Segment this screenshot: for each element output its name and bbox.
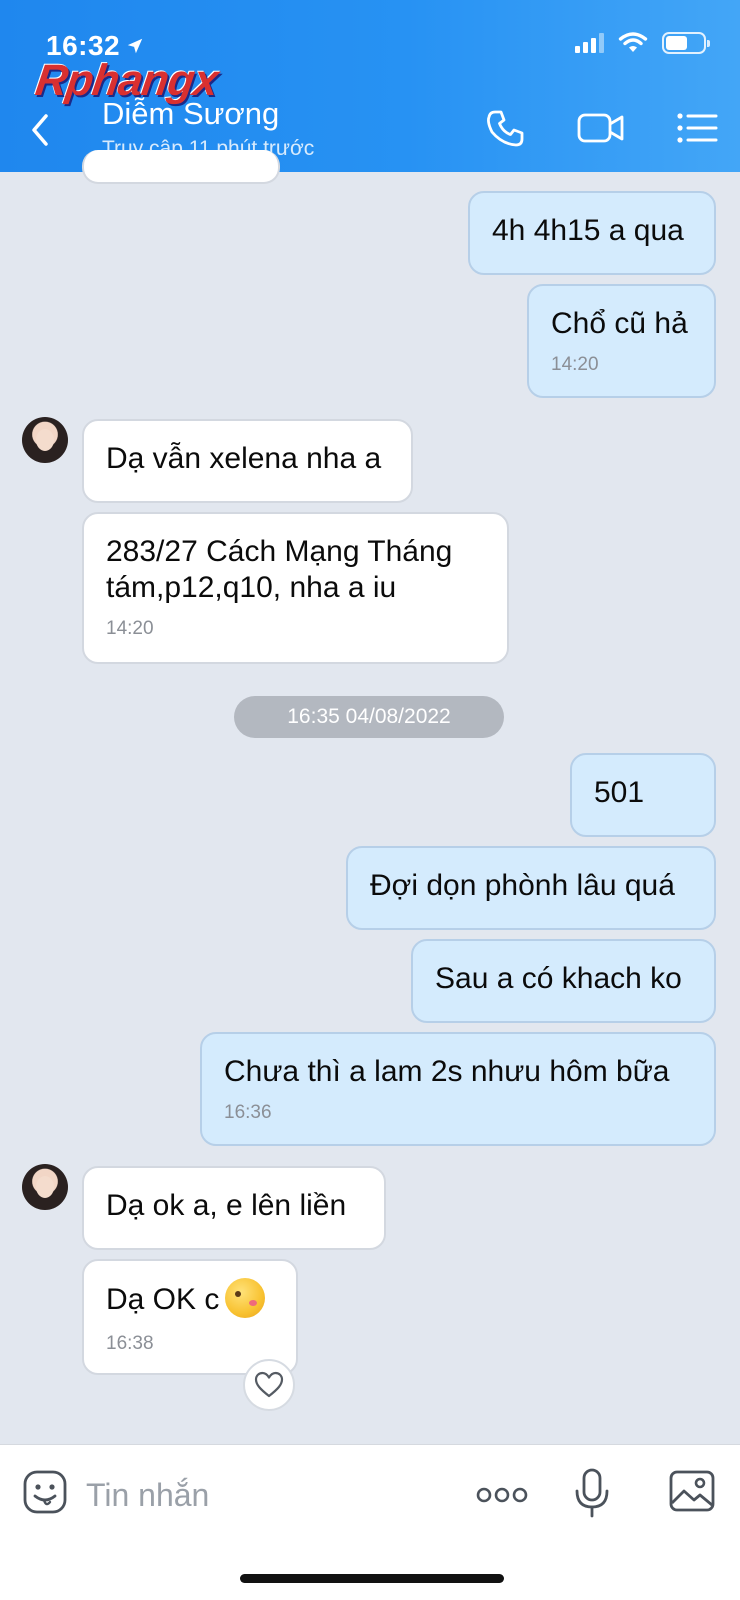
contact-avatar[interactable] xyxy=(22,1164,68,1210)
message-text: 283/27 Cách Mạng Tháng tám,p12,q10, nha … xyxy=(106,535,453,604)
message-text: 4h 4h15 a qua xyxy=(492,214,684,247)
menu-list-button[interactable] xyxy=(676,108,718,148)
message-bubble-sent[interactable]: 4h 4h15 a qua xyxy=(468,191,716,275)
message-text: Dạ ok a, e lên liền xyxy=(106,1189,347,1222)
image-picker-button[interactable] xyxy=(668,1469,716,1513)
message-time: 14:20 xyxy=(551,354,599,375)
react-heart-button[interactable] xyxy=(243,1359,295,1411)
message-time: 14:20 xyxy=(106,618,154,639)
message-bubble-received[interactable]: Dạ vẫn xelena nha a xyxy=(82,419,413,503)
message-bubble-partial[interactable] xyxy=(82,150,280,184)
home-indicator[interactable] xyxy=(240,1574,504,1583)
message-text: Sau a có khach ko xyxy=(435,962,682,995)
message-text-row: Dạ OK c xyxy=(106,1261,274,1321)
message-input[interactable] xyxy=(86,1467,446,1523)
kissing-face-emoji-icon xyxy=(225,1278,266,1318)
message-bubble-received[interactable]: Dạ OK c 16:38 xyxy=(82,1259,298,1375)
message-bubble-sent[interactable]: Chổ cũ hả 14:20 xyxy=(527,284,716,398)
message-text: Chưa thì a lam 2s nhưu hôm bữa xyxy=(224,1055,670,1088)
message-input-bar xyxy=(0,1444,740,1600)
contact-name[interactable]: Diễm Sương xyxy=(102,96,279,132)
wifi-icon xyxy=(618,32,648,52)
message-bubble-sent[interactable]: Chưa thì a lam 2s nhưu hôm bữa 16:36 xyxy=(200,1032,716,1146)
voice-call-button[interactable] xyxy=(486,108,526,148)
contact-avatar[interactable] xyxy=(22,417,68,463)
message-text: Đợi dọn phònh lâu quá xyxy=(370,869,675,902)
message-bubble-sent[interactable]: Đợi dọn phònh lâu quá xyxy=(346,846,716,930)
date-separator: 16:35 04/08/2022 xyxy=(234,696,504,738)
location-arrow-icon xyxy=(127,38,143,54)
message-bubble-sent[interactable]: 501 xyxy=(570,753,716,837)
message-text: Dạ OK c xyxy=(106,1282,220,1316)
chat-header: 16:32 Rphangx Diễm Sương Truy cập 11 phú… xyxy=(0,0,740,172)
status-indicators xyxy=(575,32,710,54)
sticker-button[interactable] xyxy=(22,1469,68,1515)
cellular-signal-icon xyxy=(575,33,604,53)
back-button[interactable] xyxy=(26,110,56,150)
message-bubble-received[interactable]: Dạ ok a, e lên liền xyxy=(82,1166,386,1250)
message-text: 501 xyxy=(594,776,645,809)
video-call-button[interactable] xyxy=(576,108,626,148)
more-options-button[interactable] xyxy=(476,1485,528,1505)
message-bubble-received[interactable]: 283/27 Cách Mạng Tháng tám,p12,q10, nha … xyxy=(82,512,509,664)
message-text: Dạ vẫn xelena nha a xyxy=(106,442,382,475)
message-bubble-sent[interactable]: Sau a có khach ko xyxy=(411,939,716,1023)
message-text: Chổ cũ hả xyxy=(551,307,688,340)
message-time: 16:36 xyxy=(224,1102,272,1123)
heart-icon xyxy=(254,1371,284,1398)
microphone-button[interactable] xyxy=(574,1467,610,1519)
message-time: 16:38 xyxy=(106,1333,154,1354)
battery-icon xyxy=(662,32,710,54)
